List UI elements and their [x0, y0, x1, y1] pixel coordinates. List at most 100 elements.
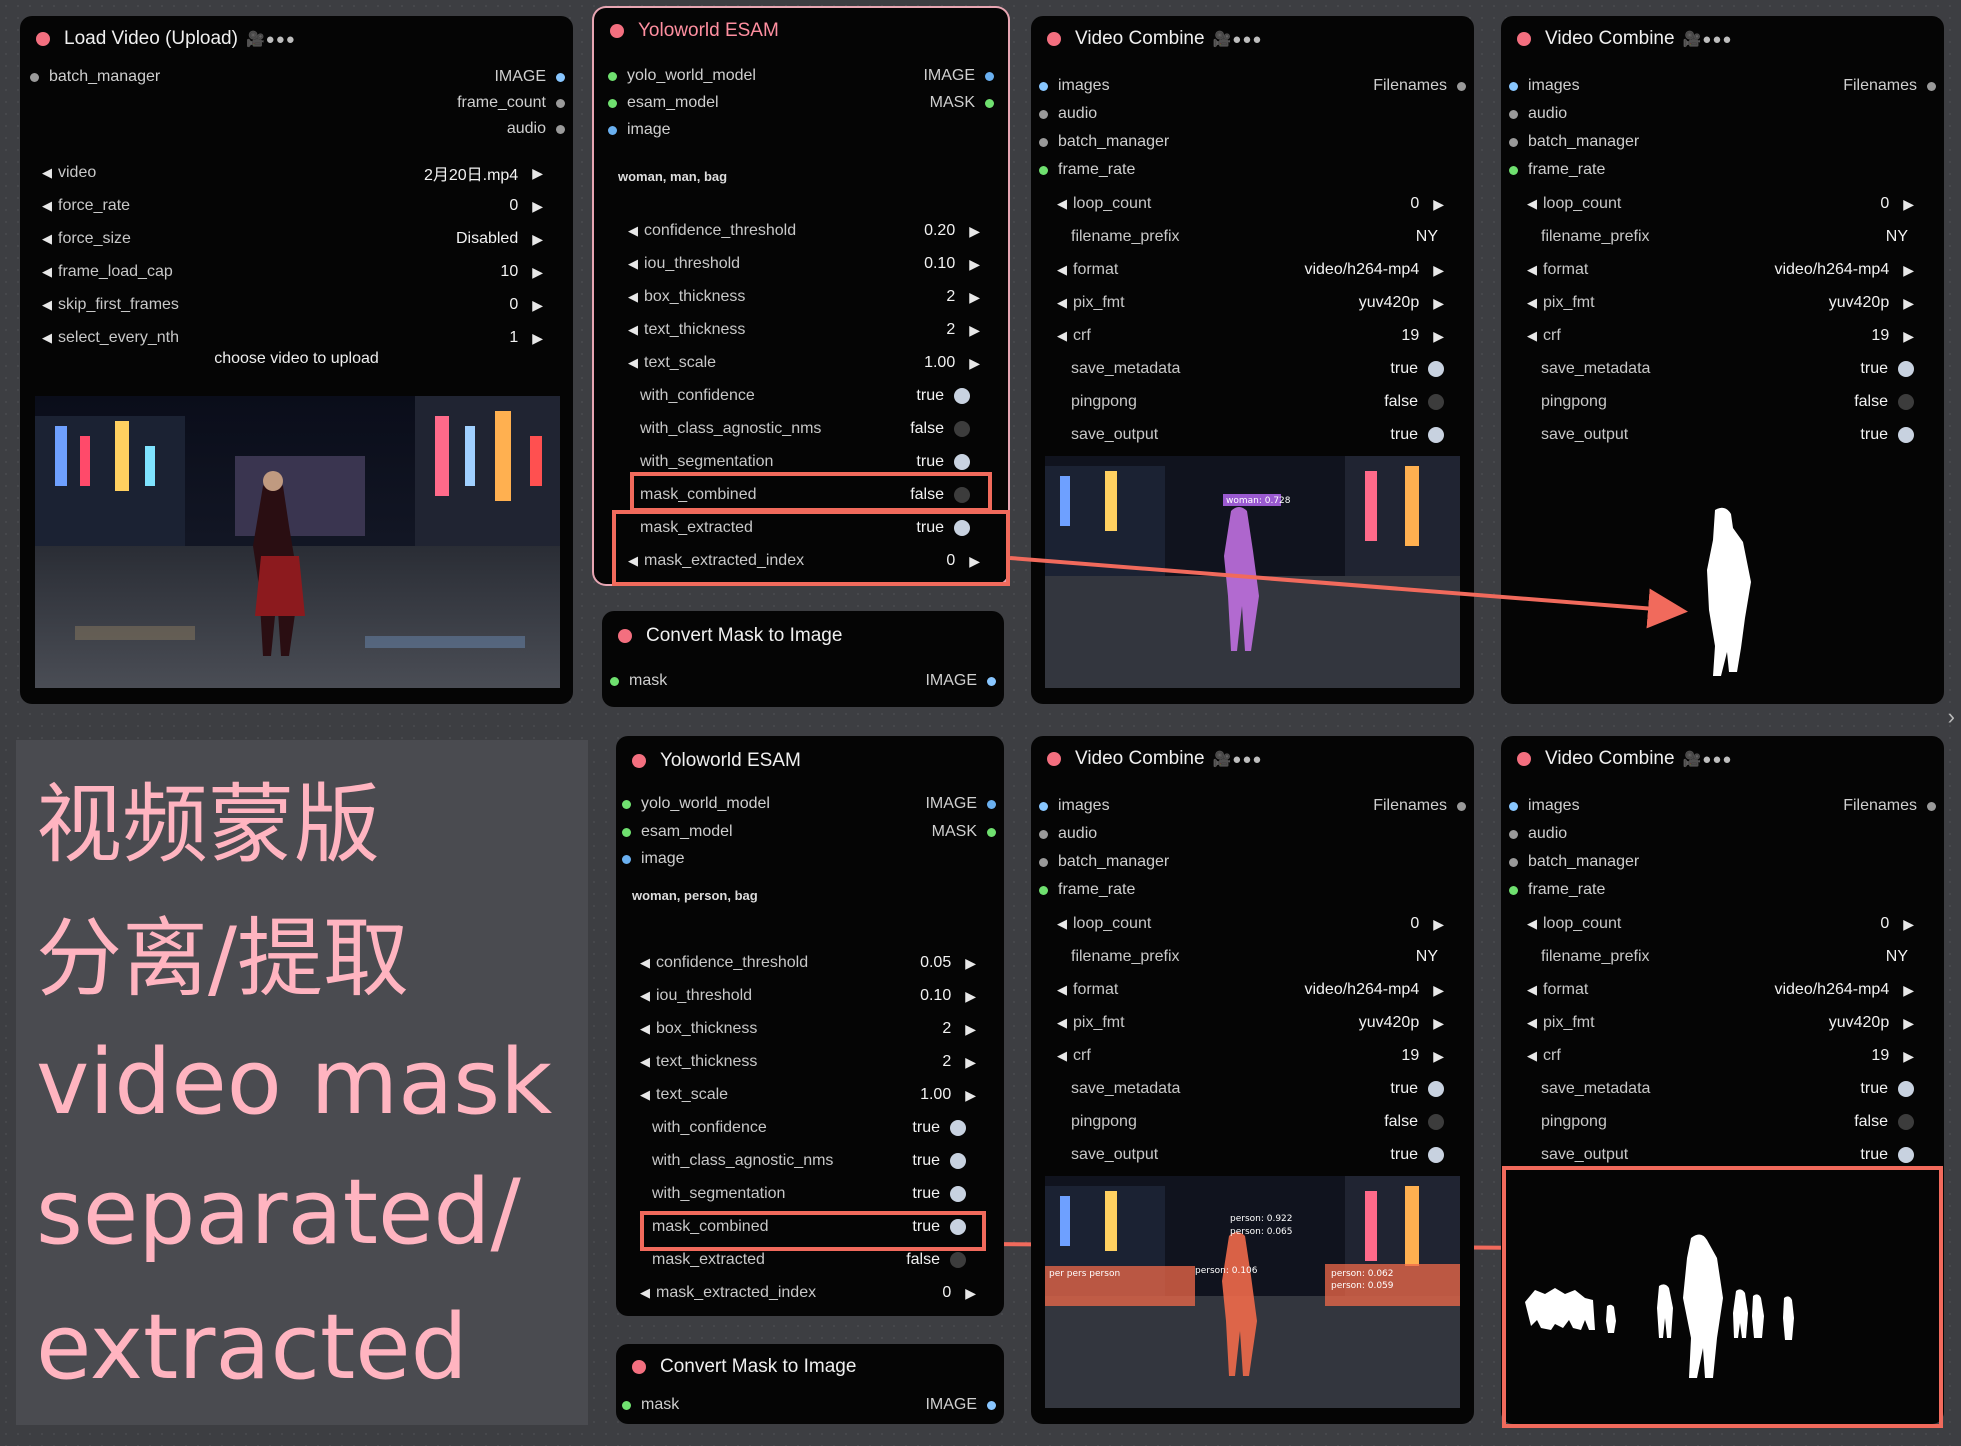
output-slot[interactable]: Filenames [1843, 794, 1936, 818]
input-slot[interactable]: image [622, 847, 685, 871]
widget-text-scale[interactable]: ◀ text_scale 1.00 ▶ [640, 1080, 976, 1110]
widget-label: loop_count [1543, 915, 1622, 932]
video-combine-node-3[interactable]: Video Combine 🎥●●● images audio batch_manag… [1031, 736, 1474, 1424]
output-slot[interactable]: IMAGE [925, 792, 996, 816]
node-status-dot [1517, 752, 1531, 766]
widget-save-metadata[interactable]: save_metadata true [1541, 1074, 1914, 1104]
chevron-right-icon[interactable]: ▶ [965, 955, 976, 972]
chevron-left-icon[interactable]: ◀ [640, 955, 650, 971]
input-slot[interactable]: mask [622, 1393, 679, 1417]
chevron-right-icon[interactable]: ▶ [965, 1087, 976, 1104]
widget-pix-fmt[interactable]: ◀ pix_fmt yuv420p ▶ [1527, 1008, 1914, 1038]
toggle-with-class-agnostic-nms[interactable]: with_class_agnostic_nms true [652, 1146, 966, 1176]
chevron-left-icon[interactable]: ◀ [1527, 1015, 1537, 1031]
input-slot[interactable]: images [1039, 794, 1110, 818]
node-title-bar[interactable]: Video Combine 🎥●●● [1031, 736, 1474, 782]
widget-pingpong[interactable]: pingpong false [1541, 1107, 1914, 1137]
detection-label: person: 0.062 [1331, 1269, 1394, 1279]
widget-value: yuv420p [1358, 1014, 1420, 1031]
toggle-with-segmentation[interactable]: with_segmentation true [652, 1179, 966, 1209]
chevron-left-icon[interactable]: ◀ [640, 1087, 650, 1103]
widget-crf[interactable]: ◀ crf 19 ▶ [1057, 1041, 1444, 1071]
chevron-right-icon[interactable]: ▶ [1433, 1048, 1444, 1065]
widget-text-thickness[interactable]: ◀ text_thickness 2 ▶ [640, 1047, 976, 1077]
chevron-right-icon[interactable]: ▶ [965, 988, 976, 1005]
node-title-bar[interactable]: Video Combine 🎥●●● [1501, 736, 1944, 782]
chevron-right-icon[interactable]: ▶ [1433, 982, 1444, 999]
widget-format[interactable]: ◀ format video/h264-mp4 ▶ [1057, 975, 1444, 1005]
input-slot[interactable]: audio [1509, 822, 1567, 846]
toggle-knob[interactable] [1428, 1147, 1444, 1163]
chevron-left-icon[interactable]: ◀ [1057, 1015, 1067, 1031]
chevron-right-icon[interactable]: ▶ [965, 1054, 976, 1071]
input-slot[interactable]: batch_manager [1509, 850, 1639, 874]
widget-format[interactable]: ◀ format video/h264-mp4 ▶ [1527, 975, 1914, 1005]
widget-filename-prefix[interactable]: filename_prefix NY [1071, 942, 1452, 972]
chevron-right-icon[interactable]: ▶ [965, 1285, 976, 1302]
chevron-left-icon[interactable]: ◀ [1527, 1048, 1537, 1064]
toggle-with-confidence[interactable]: with_confidence true [652, 1113, 966, 1143]
chevron-left-icon[interactable]: ◀ [1527, 916, 1537, 932]
widget-mask-extracted-index[interactable]: ◀ mask_extracted_index 0 ▶ [640, 1278, 976, 1308]
widget-value: true [1390, 1146, 1418, 1163]
widget-label: crf [1543, 1047, 1561, 1064]
chevron-left-icon[interactable]: ◀ [1057, 1048, 1067, 1064]
chevron-left-icon[interactable]: ◀ [1527, 982, 1537, 998]
node-title-bar[interactable]: Yoloworld ESAM [616, 738, 1004, 784]
widget-pix-fmt[interactable]: ◀ pix_fmt yuv420p ▶ [1057, 1008, 1444, 1038]
toggle-knob[interactable] [950, 1153, 966, 1169]
widget-value: true [1390, 1080, 1418, 1097]
prompt-textbox[interactable]: woman, person, bag [632, 888, 758, 903]
chevron-right-icon[interactable]: ▶ [1433, 916, 1444, 933]
node-title-bar[interactable]: Convert Mask to Image [616, 1344, 1004, 1390]
toggle-knob[interactable] [1428, 1081, 1444, 1097]
input-slot[interactable]: esam_model [622, 820, 733, 844]
chevron-right-icon[interactable]: ▶ [1903, 1015, 1914, 1032]
output-slot[interactable]: IMAGE [925, 1393, 996, 1417]
chevron-right-icon[interactable]: ▶ [1903, 982, 1914, 999]
widget-crf[interactable]: ◀ crf 19 ▶ [1527, 1041, 1914, 1071]
input-slot[interactable]: frame_rate [1509, 878, 1605, 902]
widget-loop-count[interactable]: ◀ loop_count 0 ▶ [1527, 909, 1914, 939]
widget-pingpong[interactable]: pingpong false [1071, 1107, 1444, 1137]
toggle-knob[interactable] [1898, 1081, 1914, 1097]
chevron-left-icon[interactable]: ◀ [1057, 916, 1067, 932]
input-slot[interactable]: frame_rate [1039, 878, 1135, 902]
chevron-left-icon[interactable]: ◀ [640, 1021, 650, 1037]
chevron-left-icon[interactable]: ◀ [640, 988, 650, 1004]
widget-box-thickness[interactable]: ◀ box_thickness 2 ▶ [640, 1014, 976, 1044]
input-slot[interactable]: batch_manager [1039, 850, 1169, 874]
widget-save-metadata[interactable]: save_metadata true [1071, 1074, 1444, 1104]
output-slot[interactable]: Filenames [1373, 794, 1466, 818]
detection-preview-image: person: 0.922 person: 0.065 per pers per… [1045, 1176, 1460, 1408]
widget-save-output[interactable]: save_output true [1071, 1140, 1444, 1170]
widget-value: true [912, 1185, 940, 1202]
toggle-knob[interactable] [950, 1120, 966, 1136]
widget-confidence-threshold[interactable]: ◀ confidence_threshold 0.05 ▶ [640, 948, 976, 978]
chevron-left-icon[interactable]: ◀ [1057, 982, 1067, 998]
widget-iou-threshold[interactable]: ◀ iou_threshold 0.10 ▶ [640, 981, 976, 1011]
toggle-knob[interactable] [1898, 1114, 1914, 1130]
input-slot[interactable]: images [1509, 794, 1580, 818]
toggle-knob[interactable] [1898, 1147, 1914, 1163]
chevron-left-icon[interactable]: ◀ [640, 1054, 650, 1070]
chevron-right-icon[interactable]: ▶ [1903, 916, 1914, 933]
input-slot[interactable]: audio [1039, 822, 1097, 846]
node-status-dot [1047, 752, 1061, 766]
chevron-right-icon[interactable]: ▶ [1903, 1048, 1914, 1065]
chevron-right-icon[interactable]: ▶ [1433, 1015, 1444, 1032]
toggle-knob[interactable] [1428, 1114, 1444, 1130]
widget-loop-count[interactable]: ◀ loop_count 0 ▶ [1057, 909, 1444, 939]
output-slot[interactable]: MASK [932, 820, 996, 844]
chevron-right-icon[interactable]: ▶ [965, 1021, 976, 1038]
widget-filename-prefix[interactable]: filename_prefix NY [1541, 942, 1922, 972]
chevron-right-icon[interactable]: › [1948, 704, 1955, 730]
input-slot[interactable]: yolo_world_model [622, 792, 770, 816]
widget-value: 2 [942, 1020, 952, 1037]
convert-mask-node-bottom[interactable]: Convert Mask to Image mask IMAGE [616, 1344, 1004, 1424]
toggle-knob[interactable] [950, 1252, 966, 1268]
highlight-box [1502, 1166, 1943, 1428]
widget-label: format [1073, 981, 1119, 998]
chevron-left-icon[interactable]: ◀ [640, 1285, 650, 1301]
toggle-knob[interactable] [950, 1186, 966, 1202]
